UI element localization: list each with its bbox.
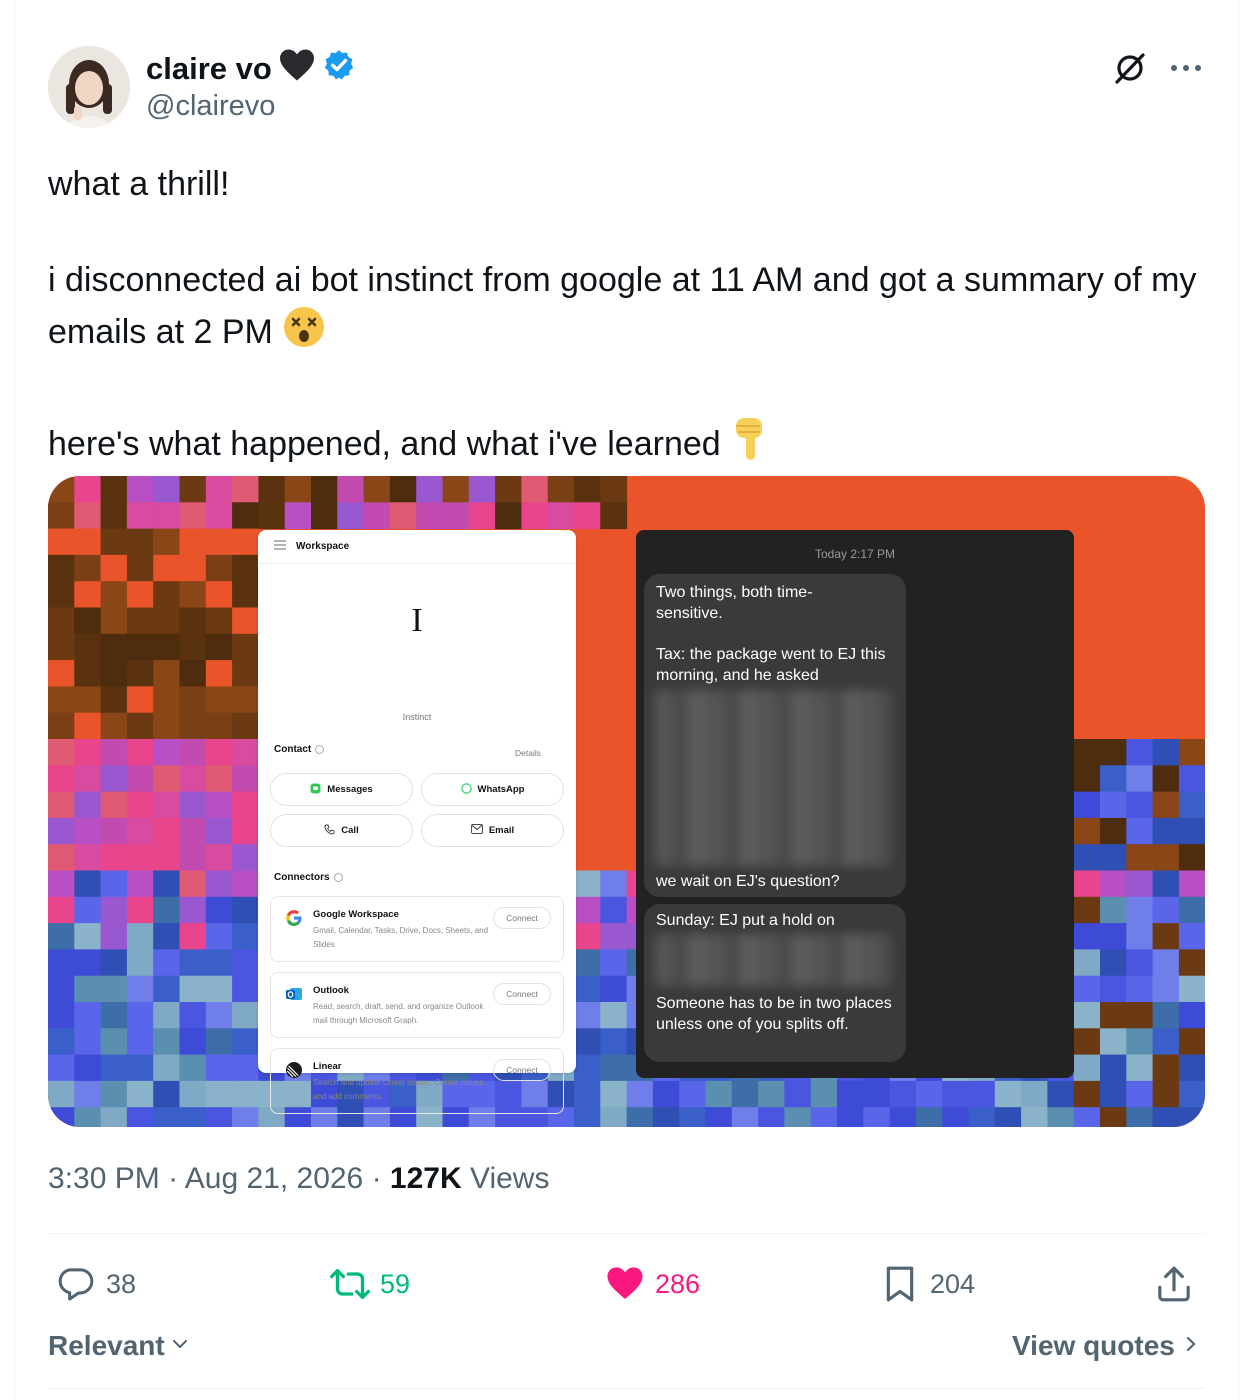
linear-icon <box>285 1061 302 1078</box>
tweet-line-1: what a thrill! <box>48 165 230 203</box>
connector-title: Google Workspace <box>313 909 399 920</box>
relevant-label: Relevant <box>48 1330 165 1361</box>
views-label: Views <box>469 1162 550 1195</box>
tweet-date[interactable]: Aug 21, 2026 <box>185 1162 364 1195</box>
connector-desc: Search and update Linear issues. Create … <box>313 1078 484 1101</box>
bubble-2-bottom-text: Someone has to be in two places unless o… <box>656 995 892 1033</box>
reply-icon <box>58 1268 94 1301</box>
connector-title: Outlook <box>313 985 349 996</box>
like-button[interactable]: 286 <box>605 1262 700 1306</box>
chat-bubble-1: Two things, both time-sensitive. Tax: th… <box>644 574 906 897</box>
redacted-blur <box>654 934 892 986</box>
grok-icon[interactable] <box>1112 50 1148 86</box>
workspace-header: Workspace <box>296 541 350 552</box>
like-count: 286 <box>655 1268 701 1299</box>
tweet-line-2: i disconnected ai bot instinct from goog… <box>48 256 1208 363</box>
repost-button[interactable]: 59 <box>330 1262 410 1306</box>
author-handle[interactable]: @clairevo <box>146 90 275 123</box>
hamburger-menu-icon <box>274 540 286 553</box>
details-link: Details <box>515 748 541 758</box>
messages-button: Messages <box>270 773 413 806</box>
display-name[interactable]: claire vo <box>146 51 272 87</box>
backhand-index-pointing-down-emoji <box>730 416 770 476</box>
chat-bubble-2: Sunday: EJ put a hold on Someone has to … <box>644 904 906 1062</box>
outlook-icon <box>285 985 302 1001</box>
bookmark-button[interactable]: 204 <box>880 1262 975 1306</box>
media-image[interactable]: Workspace I Instinct Contact Details Mes… <box>48 476 1205 1127</box>
chat-timestamp: Today 2:17 PM <box>814 547 896 561</box>
chat-screenshot: Today 2:17 PM Two things, both time-sens… <box>636 530 1074 1078</box>
chevron-right-icon <box>1183 1330 1199 1362</box>
share-button[interactable] <box>1154 1262 1194 1306</box>
view-quotes-link[interactable]: View quotes <box>1012 1330 1199 1362</box>
workspace-card: Workspace I Instinct Contact Details Mes… <box>258 530 576 1114</box>
connector-desc: Gmail, Calendar, Tasks, Drive, Docs, She… <box>313 926 489 949</box>
divider-top <box>48 1233 1205 1234</box>
instinct-name: Instinct <box>402 712 432 722</box>
messages-icon <box>310 783 321 797</box>
bubble-1-mid-text: Tax: the package went to EJ this morning… <box>656 646 886 684</box>
redacted-blur <box>654 690 892 866</box>
connector-linear: Linear Search and update Linear issues. … <box>270 1048 564 1114</box>
bookmark-icon <box>886 1266 914 1302</box>
info-icon <box>333 873 343 882</box>
connector-title: Linear <box>313 1061 342 1072</box>
reply-count: 38 <box>106 1268 137 1299</box>
connector-google-workspace: Google Workspace Gmail, Calendar, Tasks,… <box>270 896 564 962</box>
instinct-logo: I <box>411 602 423 639</box>
connect-button: Connect <box>493 1059 551 1081</box>
relevant-sort-dropdown[interactable]: Relevant <box>48 1330 191 1362</box>
frame-border-left <box>14 0 15 1400</box>
google-icon <box>285 909 302 926</box>
tweet-meta: 3:30 PM · Aug 21, 2026 · 127K Views <box>48 1162 550 1195</box>
share-icon <box>1158 1266 1190 1302</box>
connect-button: Connect <box>493 983 551 1005</box>
views-count: 127K <box>389 1162 462 1195</box>
connectors-label: Connectors <box>274 872 343 883</box>
avatar[interactable] <box>48 46 130 128</box>
info-icon <box>315 745 325 754</box>
bookmark-count: 204 <box>930 1268 976 1299</box>
mail-icon <box>470 824 483 837</box>
tweet-text: what a thrill! i disconnected ai bot ins… <box>48 160 1208 474</box>
whatsapp-button: WhatsApp <box>421 773 564 806</box>
bubble-2-top-text: Sunday: EJ put a hold on <box>656 912 835 929</box>
bubble-1-top-text: Two things, both time-sensitive. <box>656 584 813 622</box>
view-quotes-label: View quotes <box>1012 1330 1175 1361</box>
phone-icon <box>324 824 335 838</box>
repost-count: 59 <box>380 1268 411 1299</box>
connector-desc: Read, search, draft, send, and organize … <box>313 1002 484 1025</box>
heart-filled-icon <box>607 1267 643 1299</box>
call-button: Call <box>270 814 413 847</box>
reply-button[interactable]: 38 <box>56 1262 136 1306</box>
verified-badge-icon[interactable] <box>322 48 356 90</box>
astonished-face-emoji <box>282 305 326 363</box>
whatsapp-icon <box>460 782 472 797</box>
author-name-row[interactable]: claire vo <box>146 48 356 90</box>
connect-button: Connect <box>493 907 551 929</box>
contact-label: Contact <box>274 744 325 755</box>
more-options-icon[interactable] <box>1168 54 1204 82</box>
tweet-time[interactable]: 3:30 PM <box>48 1162 160 1195</box>
repost-icon <box>330 1269 370 1299</box>
divider-bottom <box>48 1388 1205 1389</box>
chevron-down-icon <box>169 1330 191 1362</box>
email-button: Email <box>421 814 564 847</box>
frame-border-right <box>1238 0 1239 1400</box>
black-heart-icon <box>278 48 316 90</box>
tweet-line-3: here's what happened, and what i've lear… <box>48 416 1208 476</box>
bubble-1-bottom-text: we wait on EJ's question? <box>656 873 840 890</box>
connector-outlook: Outlook Read, search, draft, send, and o… <box>270 972 564 1038</box>
